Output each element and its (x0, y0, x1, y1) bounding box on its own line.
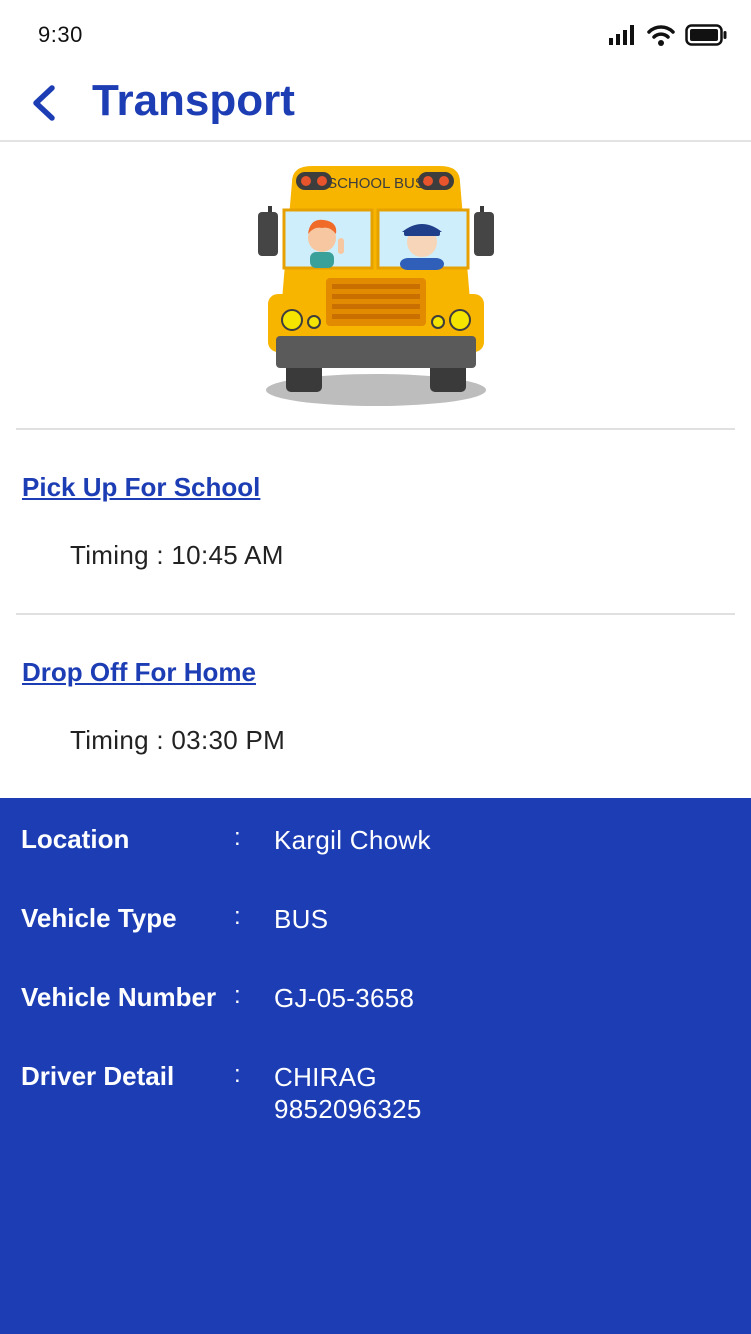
detail-separator: : (234, 903, 241, 930)
status-time: 9:30 (38, 22, 83, 47)
bus-sign-text: SCHOOL BUS (327, 175, 425, 192)
transport-screen: 9:30 Transport SCHOOL BUS Pick Up For Sc… (0, 0, 751, 1334)
pickup-link[interactable]: Pick Up For School (22, 472, 260, 503)
divider (16, 428, 735, 430)
detail-value: Kargil Chowk (274, 825, 431, 855)
status-bar: 9:30 (0, 0, 751, 70)
dropoff-timing: Timing : 03:30 PM (70, 725, 286, 755)
chevron-left-icon (26, 85, 66, 130)
driver-phone[interactable]: 9852096325 (274, 1093, 422, 1125)
detail-label: Location (21, 824, 130, 854)
detail-label: Driver Detail (21, 1061, 175, 1091)
wifi-icon (647, 24, 675, 51)
school-bus-illustration: SCHOOL BUS (252, 160, 500, 410)
detail-separator: : (234, 824, 241, 851)
detail-value: BUS (274, 904, 329, 934)
transport-details-panel: Location : Kargil Chowk Vehicle Type : B… (0, 798, 751, 1334)
detail-label: Vehicle Type (21, 903, 177, 933)
battery-icon (685, 24, 727, 51)
detail-value: GJ-05-3658 (274, 983, 415, 1013)
detail-label: Vehicle Number (21, 982, 217, 1012)
status-icons (609, 24, 727, 51)
signal-icon (609, 25, 637, 50)
page-title: Transport (92, 76, 295, 125)
divider (16, 613, 735, 615)
driver-name: CHIRAG (274, 1062, 377, 1092)
detail-separator: : (234, 982, 241, 1009)
dropoff-link[interactable]: Drop Off For Home (22, 657, 256, 688)
app-header: Transport (0, 70, 751, 142)
pickup-timing: Timing : 10:45 AM (70, 540, 284, 570)
back-button[interactable] (26, 80, 66, 126)
detail-separator: : (234, 1061, 241, 1088)
